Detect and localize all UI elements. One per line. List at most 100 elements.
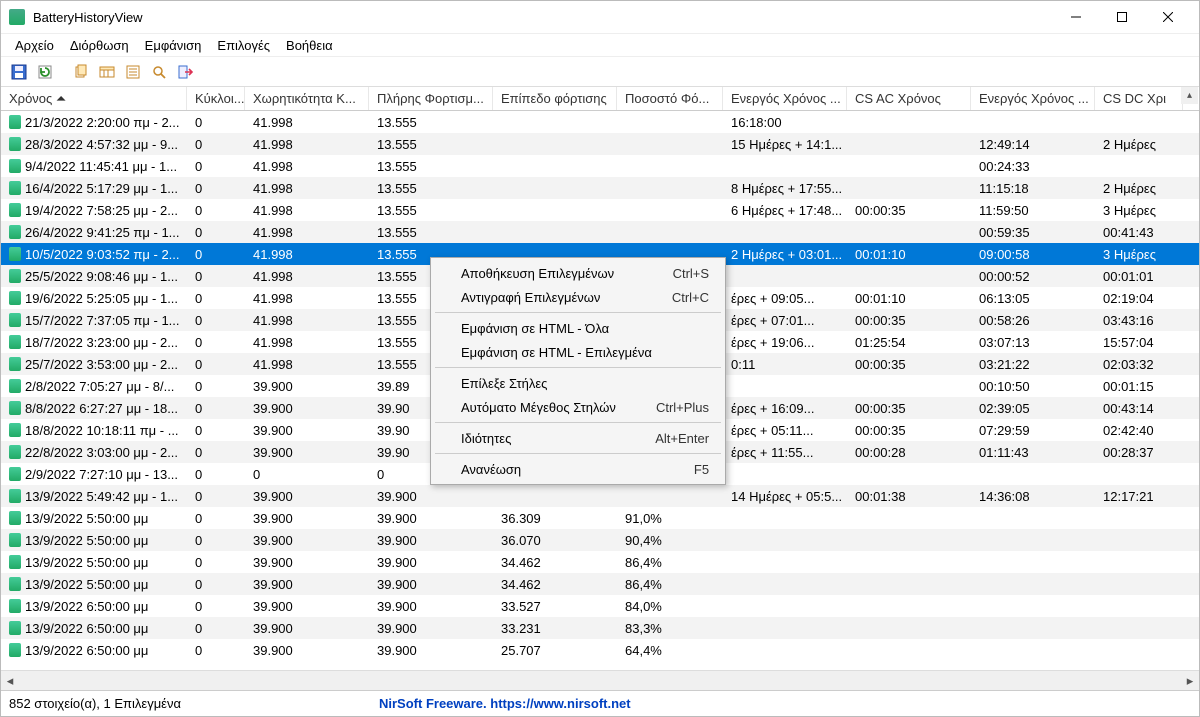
table-row[interactable]: 13/9/2022 5:50:00 μμ039.90039.90034.4628…	[1, 551, 1199, 573]
cell	[847, 595, 971, 617]
table-row[interactable]: 13/9/2022 5:49:42 μμ - 1...039.90039.900…	[1, 485, 1199, 507]
context-menu-item[interactable]: ΑνανέωσηF5	[433, 457, 723, 481]
cell	[493, 111, 617, 133]
col-capacity[interactable]: Χωρητικότητα Κ...	[245, 87, 369, 110]
col-csac[interactable]: CS AC Χρόνος	[847, 87, 971, 110]
menu-separator	[435, 367, 721, 368]
menu-edit[interactable]: Διόρθωση	[62, 36, 137, 55]
copy-icon[interactable]	[69, 60, 93, 84]
table-row[interactable]: 16/4/2022 5:17:29 μμ - 1...041.99813.555…	[1, 177, 1199, 199]
cell: 39.900	[245, 507, 369, 529]
scroll-left-button[interactable]: ◂	[1, 672, 19, 690]
cell: 13/9/2022 6:50:00 μμ	[1, 595, 187, 617]
scroll-right-button[interactable]: ▸	[1181, 672, 1199, 690]
cell	[1095, 507, 1183, 529]
context-menu-item[interactable]: Αποθήκευση ΕπιλεγμένωνCtrl+S	[433, 261, 723, 285]
exit-icon[interactable]	[173, 60, 197, 84]
cell: 0	[187, 375, 245, 397]
context-menu-item[interactable]: Επίλεξε Στήλες	[433, 371, 723, 395]
menu-file[interactable]: Αρχείο	[7, 36, 62, 55]
scroll-up-button[interactable]: ▴	[1181, 87, 1198, 104]
properties-icon[interactable]	[121, 60, 145, 84]
col-active[interactable]: Ενεργός Χρόνος ...	[723, 87, 847, 110]
table-row[interactable]: 13/9/2022 5:50:00 μμ039.90039.90036.3099…	[1, 507, 1199, 529]
battery-icon	[9, 423, 21, 437]
cell: 39.900	[369, 551, 493, 573]
status-link[interactable]: NirSoft Freeware. https://www.nirsoft.ne…	[379, 696, 631, 711]
columns-icon[interactable]	[95, 60, 119, 84]
horizontal-scrollbar[interactable]: ◂ ▸	[1, 670, 1199, 690]
col-csdc[interactable]: CS DC Χρι	[1095, 87, 1183, 110]
maximize-button[interactable]	[1099, 1, 1145, 33]
cell	[847, 177, 971, 199]
cell: 13/9/2022 5:50:00 μμ	[1, 529, 187, 551]
cell: 39.900	[369, 639, 493, 661]
col-time[interactable]: Χρόνος ⏶	[1, 87, 187, 110]
col-active-dc[interactable]: Ενεργός Χρόνος ...	[971, 87, 1095, 110]
cell	[723, 529, 847, 551]
cell	[1095, 551, 1183, 573]
cell: 86,4%	[617, 551, 723, 573]
cell: 0	[187, 441, 245, 463]
cell	[493, 155, 617, 177]
menu-view[interactable]: Εμφάνιση	[137, 36, 210, 55]
col-pct[interactable]: Ποσοστό Φό...	[617, 87, 723, 110]
cell: 00:00:35	[847, 419, 971, 441]
cell: έρες + 16:09...	[723, 397, 847, 419]
context-menu-item[interactable]: Αυτόματο Μέγεθος ΣτηλώνCtrl+Plus	[433, 395, 723, 419]
cell: 39.900	[245, 551, 369, 573]
cell: έρες + 07:01...	[723, 309, 847, 331]
menu-help[interactable]: Βοήθεια	[278, 36, 341, 55]
cell: 0	[187, 529, 245, 551]
context-menu[interactable]: Αποθήκευση ΕπιλεγμένωνCtrl+SΑντιγραφή Επ…	[430, 257, 726, 485]
table-row[interactable]: 13/9/2022 5:50:00 μμ039.90039.90036.0709…	[1, 529, 1199, 551]
cell: 01:25:54	[847, 331, 971, 353]
cell	[723, 551, 847, 573]
cell	[971, 617, 1095, 639]
table-row[interactable]: 13/9/2022 6:50:00 μμ039.90039.90033.5278…	[1, 595, 1199, 617]
cell	[847, 507, 971, 529]
close-button[interactable]	[1145, 1, 1191, 33]
cell: 14 Ημέρες + 05:5...	[723, 485, 847, 507]
battery-icon	[9, 577, 21, 591]
col-full[interactable]: Πλήρης Φορτισμ...	[369, 87, 493, 110]
table-row[interactable]: 19/4/2022 7:58:25 μμ - 2...041.99813.555…	[1, 199, 1199, 221]
menu-options[interactable]: Επιλογές	[209, 36, 278, 55]
table-row[interactable]: 9/4/2022 11:45:41 μμ - 1...041.99813.555…	[1, 155, 1199, 177]
menu-item-label: Επίλεξε Στήλες	[461, 376, 709, 391]
cell: 91,0%	[617, 507, 723, 529]
menu-item-label: Εμφάνιση σε HTML - Επιλεγμένα	[461, 345, 709, 360]
cell: 25/5/2022 9:08:46 μμ - 1...	[1, 265, 187, 287]
cell	[971, 595, 1095, 617]
cell: 13.555	[369, 199, 493, 221]
cell: 14:36:08	[971, 485, 1095, 507]
cell: 21/3/2022 2:20:00 πμ - 2...	[1, 111, 187, 133]
cell: 00:58:26	[971, 309, 1095, 331]
table-row[interactable]: 13/9/2022 5:50:00 μμ039.90039.90034.4628…	[1, 573, 1199, 595]
cell: 11:15:18	[971, 177, 1095, 199]
col-cycles[interactable]: Κύκλοι...	[187, 87, 245, 110]
context-menu-item[interactable]: Εμφάνιση σε HTML - Όλα	[433, 316, 723, 340]
table-row[interactable]: 21/3/2022 2:20:00 πμ - 2...041.99813.555…	[1, 111, 1199, 133]
cell: 13/9/2022 5:49:42 μμ - 1...	[1, 485, 187, 507]
save-icon[interactable]	[7, 60, 31, 84]
cell: 25.707	[493, 639, 617, 661]
table-row[interactable]: 13/9/2022 6:50:00 μμ039.90039.90025.7076…	[1, 639, 1199, 661]
find-icon[interactable]	[147, 60, 171, 84]
cell: 0	[187, 155, 245, 177]
cell	[1095, 463, 1183, 485]
refresh-icon[interactable]	[33, 60, 57, 84]
cell: 00:00:35	[847, 199, 971, 221]
minimize-button[interactable]	[1053, 1, 1099, 33]
table-row[interactable]: 28/3/2022 4:57:32 μμ - 9...041.99813.555…	[1, 133, 1199, 155]
cell: 00:00:52	[971, 265, 1095, 287]
scroll-track[interactable]	[19, 673, 1181, 689]
table-row[interactable]: 13/9/2022 6:50:00 μμ039.90039.90033.2318…	[1, 617, 1199, 639]
cell: 86,4%	[617, 573, 723, 595]
context-menu-item[interactable]: ΙδιότητεςAlt+Enter	[433, 426, 723, 450]
context-menu-item[interactable]: Εμφάνιση σε HTML - Επιλεγμένα	[433, 340, 723, 364]
context-menu-item[interactable]: Αντιγραφή ΕπιλεγμένωνCtrl+C	[433, 285, 723, 309]
col-level[interactable]: Επίπεδο φόρτισης	[493, 87, 617, 110]
cell: 18/7/2022 3:23:00 μμ - 2...	[1, 331, 187, 353]
table-row[interactable]: 26/4/2022 9:41:25 πμ - 1...041.99813.555…	[1, 221, 1199, 243]
